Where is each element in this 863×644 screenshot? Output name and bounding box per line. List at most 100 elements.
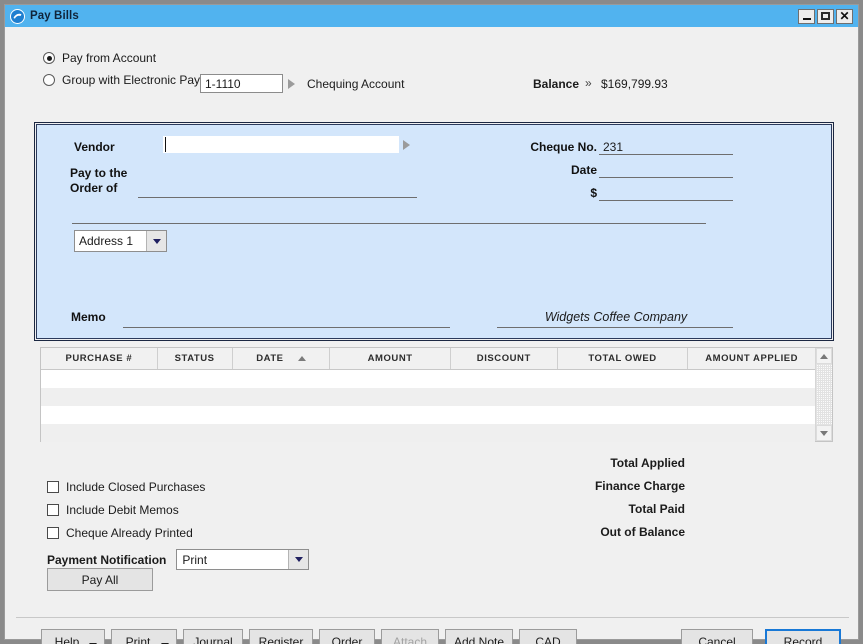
- include-closed-purchases-label: Include Closed Purchases: [66, 479, 206, 494]
- table-row[interactable]: [41, 388, 815, 406]
- register-button[interactable]: Register: [249, 629, 313, 644]
- add-note-button[interactable]: Add Note: [445, 629, 513, 644]
- purchases-grid: PURCHASE # STATUS DATE AMOUNT DISCOUNT TOTAL …: [40, 347, 833, 442]
- payment-notification-label: Payment Notification: [47, 552, 167, 567]
- screenshot-root: Pay Bills ✕ Pay from Account Group with …: [0, 0, 863, 644]
- window-controls: ✕: [798, 8, 856, 24]
- memo-input[interactable]: [123, 327, 450, 328]
- address-line-input[interactable]: [72, 223, 706, 224]
- minimize-button[interactable]: [798, 8, 815, 24]
- total-label: Total Paid: [628, 502, 685, 516]
- total-row: Total Paid: [475, 498, 685, 521]
- payment-notification-dropdown-button[interactable]: [288, 550, 309, 569]
- order-button[interactable]: Order: [319, 629, 375, 644]
- total-label: Finance Charge: [594, 479, 685, 493]
- print-button[interactable]: Print: [111, 629, 177, 644]
- pay-to-order-label-line2: Order of: [70, 181, 118, 195]
- vendor-input[interactable]: [163, 136, 399, 153]
- window-titlebar: Pay Bills ✕: [5, 5, 858, 27]
- help-button[interactable]: Help: [41, 629, 105, 644]
- vendor-label: Vendor: [74, 140, 115, 154]
- cad-button[interactable]: CAD: [519, 629, 577, 644]
- button-label: CAD: [535, 634, 561, 644]
- bottom-left-buttons: Help Print Journal Register Order Attach Add N…: [41, 629, 577, 644]
- button-label: Help: [54, 634, 80, 644]
- pay-bills-window: Pay Bills ✕ Pay from Account Group with …: [4, 4, 859, 644]
- table-row[interactable]: [41, 424, 815, 442]
- cheque-no-label: Cheque No.: [530, 140, 597, 154]
- grid-header-cell[interactable]: AMOUNT APPLIED: [688, 348, 815, 369]
- button-label: Register: [258, 634, 304, 644]
- cheque-already-printed-label: Cheque Already Printed: [66, 525, 193, 540]
- bottom-separator: [16, 617, 849, 618]
- chevron-down-icon: [152, 238, 161, 244]
- cheque-already-printed-checkbox[interactable]: [47, 526, 59, 539]
- table-row[interactable]: [41, 406, 815, 424]
- pay-from-account-radio-row[interactable]: Pay from Account: [43, 49, 233, 67]
- amount-label: $: [590, 186, 597, 200]
- close-icon: ✕: [839, 9, 850, 23]
- include-debit-memos-row[interactable]: Include Debit Memos: [47, 498, 309, 521]
- grid-header-cell[interactable]: DISCOUNT: [451, 348, 558, 369]
- grid-header-cell[interactable]: AMOUNT: [330, 348, 451, 369]
- grid-main: PURCHASE # STATUS DATE AMOUNT DISCOUNT TOTAL …: [41, 348, 815, 442]
- pay-to-order-label-line1: Pay to the: [70, 166, 128, 180]
- date-label: Date: [570, 163, 597, 177]
- grid-vertical-scrollbar[interactable]: [815, 348, 832, 441]
- scrollbar-track[interactable]: [816, 364, 832, 425]
- attach-button: Attach: [381, 629, 439, 644]
- grid-header-cell[interactable]: PURCHASE #: [41, 348, 158, 369]
- chevron-down-icon: [294, 557, 303, 562]
- options-group: Include Closed Purchases Include Debit M…: [47, 475, 310, 570]
- journal-button[interactable]: Journal: [183, 629, 243, 644]
- grid-header-label: DISCOUNT: [476, 353, 531, 364]
- pay-from-account-radio[interactable]: [43, 52, 55, 64]
- grid-header-cell[interactable]: STATUS: [158, 348, 233, 369]
- payment-notification-select[interactable]: Print: [176, 549, 310, 570]
- date-input[interactable]: [599, 177, 733, 178]
- include-closed-purchases-checkbox[interactable]: [47, 480, 59, 493]
- total-row: Out of Balance: [475, 521, 685, 544]
- minimize-icon: [802, 18, 811, 20]
- pay-to-order-input[interactable]: [138, 197, 417, 198]
- cheque-no-value[interactable]: 231: [603, 140, 623, 154]
- amount-input[interactable]: [599, 200, 733, 201]
- group-electronic-radio[interactable]: [43, 74, 55, 86]
- scroll-up-button[interactable]: [816, 348, 832, 364]
- include-closed-purchases-row[interactable]: Include Closed Purchases: [47, 475, 309, 498]
- total-row: Total Applied: [475, 452, 685, 475]
- bottom-button-bar: Help Print Journal Register Order Attach Add N…: [5, 625, 858, 644]
- pay-all-button[interactable]: Pay All: [47, 568, 153, 591]
- balance-value: $169,799.93: [601, 77, 668, 91]
- memo-label: Memo: [71, 310, 106, 324]
- scroll-down-button[interactable]: [816, 425, 832, 441]
- chevron-down-icon: [820, 430, 828, 436]
- account-lookup-arrow-icon[interactable]: [288, 79, 295, 89]
- cheque-already-printed-row[interactable]: Cheque Already Printed: [47, 521, 309, 544]
- window-title: Pay Bills: [30, 10, 79, 22]
- maximize-button[interactable]: [817, 8, 834, 24]
- grid-header-label: AMOUNT APPLIED: [705, 353, 799, 364]
- address-select[interactable]: Address 1: [74, 230, 167, 252]
- grid-header-label: TOTAL OWED: [588, 353, 657, 364]
- bottom-right-buttons: Cancel Record: [681, 629, 841, 644]
- button-label: Add Note: [453, 634, 505, 644]
- account-number-input[interactable]: 1-1110: [200, 74, 283, 93]
- table-row[interactable]: [41, 370, 815, 388]
- vendor-lookup-arrow-icon[interactable]: [403, 140, 410, 150]
- close-button[interactable]: ✕: [836, 8, 853, 24]
- sort-ascending-icon: [297, 356, 306, 361]
- record-button[interactable]: Record: [765, 629, 841, 644]
- address-select-dropdown-button[interactable]: [146, 231, 166, 251]
- grid-header-cell[interactable]: DATE: [233, 348, 331, 369]
- balance-label: Balance: [533, 77, 580, 91]
- grid-header-label: DATE: [256, 353, 284, 364]
- address-select-value: Address 1: [79, 234, 134, 248]
- account-name-label: Chequing Account: [307, 77, 405, 91]
- grid-header-cell[interactable]: TOTAL OWED: [558, 348, 689, 369]
- mix-circle-icon: [10, 8, 25, 24]
- button-label: Attach: [392, 634, 428, 644]
- cancel-button[interactable]: Cancel: [681, 629, 753, 644]
- total-row: Finance Charge: [475, 475, 685, 498]
- include-debit-memos-checkbox[interactable]: [47, 503, 59, 516]
